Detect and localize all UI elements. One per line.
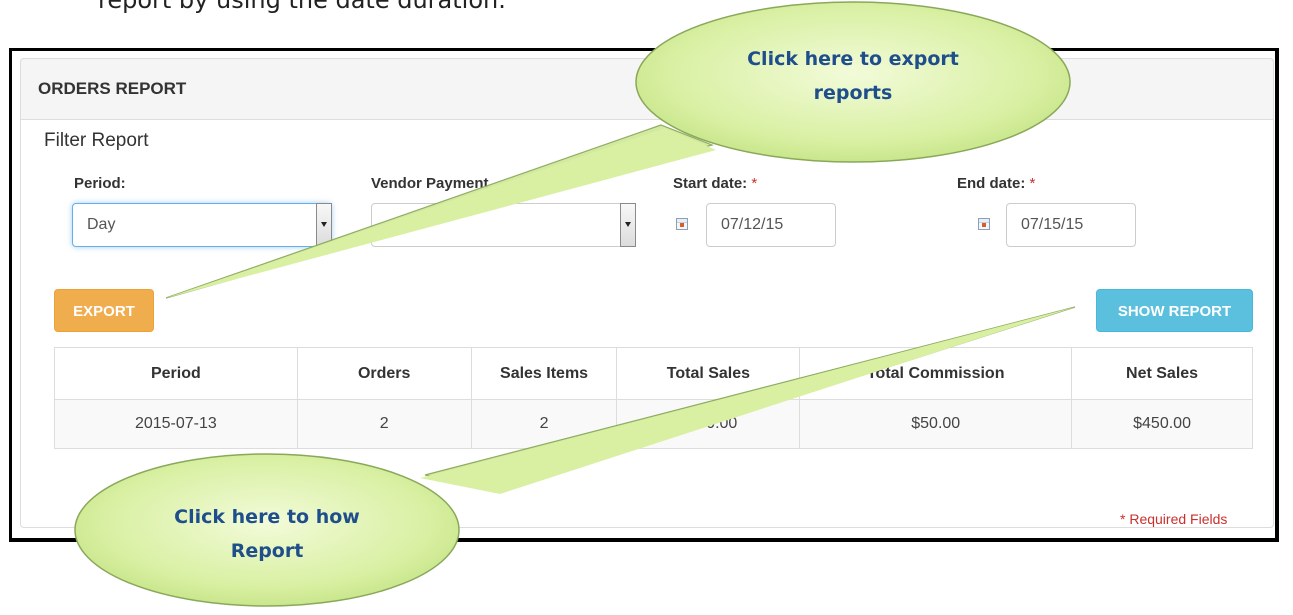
show-callout-line1: Click here to how (174, 506, 360, 528)
show-callout-line2: Report (230, 540, 304, 562)
export-callout-line1: Click here to export (747, 48, 959, 70)
export-callout-text: Click here to export reports (713, 42, 993, 110)
show-callout-text: Click here to how Report (137, 500, 397, 568)
export-callout-line2: reports (813, 82, 893, 104)
